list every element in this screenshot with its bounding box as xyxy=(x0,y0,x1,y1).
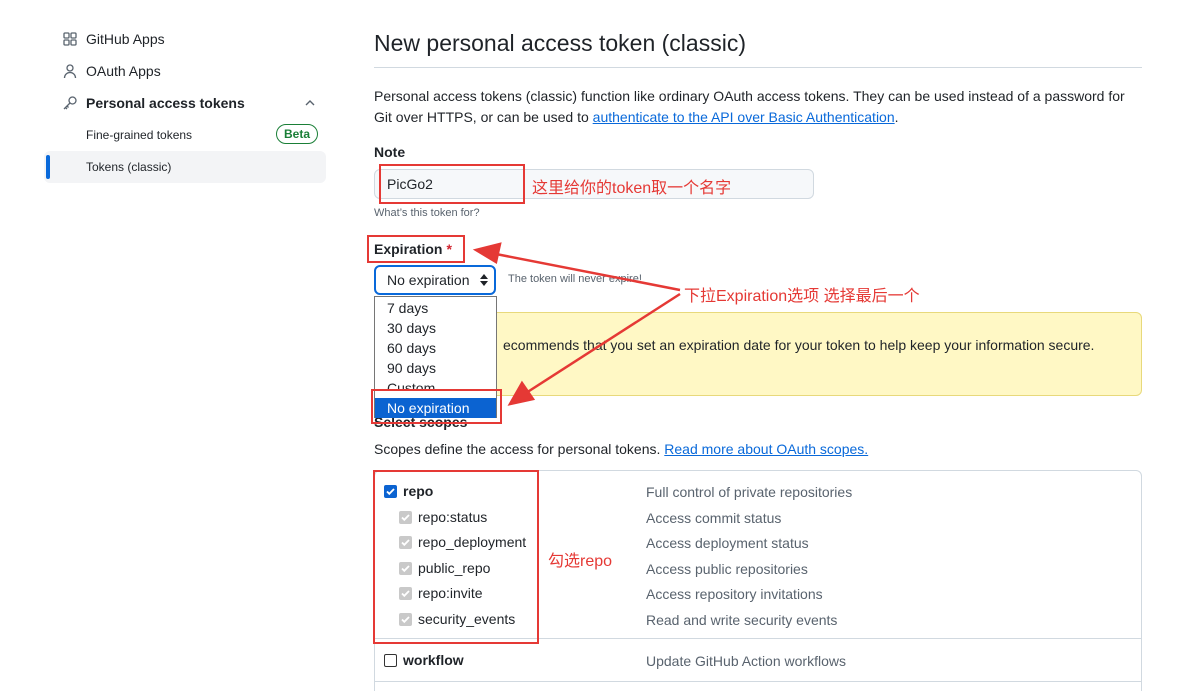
annotation-note-tip: 这里给你的token取一个名字 xyxy=(532,180,732,197)
option-7-days[interactable]: 7 days xyxy=(375,298,496,318)
expiration-selected-value: No expiration xyxy=(387,272,470,288)
scope-description: Access public repositories xyxy=(646,561,808,577)
scope-description: Full control of private repositories xyxy=(646,484,853,500)
active-indicator xyxy=(46,155,50,179)
scope-description: Access deployment status xyxy=(646,535,809,551)
divider xyxy=(374,67,1142,68)
sidebar-item-oauth-apps[interactable]: OAuth Apps xyxy=(44,56,326,86)
page-title: New personal access token (classic) xyxy=(374,30,746,56)
apps-grid-icon xyxy=(63,32,77,46)
scope-divider xyxy=(374,681,1142,682)
basic-auth-link[interactable]: authenticate to the API over Basic Authe… xyxy=(593,109,895,125)
person-icon xyxy=(63,64,77,79)
annotation-repo-tip: 勾选repo xyxy=(548,553,613,570)
sidebar-item-github-apps[interactable]: GitHub Apps xyxy=(44,24,326,54)
intro-text-end: . xyxy=(894,109,899,125)
expiration-select[interactable]: No expiration xyxy=(374,265,496,295)
option-30-days[interactable]: 30 days xyxy=(375,318,496,338)
scope-description: Access repository invitations xyxy=(646,586,823,602)
sidebar-item-fine-grained-tokens[interactable]: Fine-grained tokens Beta xyxy=(44,119,326,151)
note-label: Note xyxy=(374,144,406,160)
scopes-description-text: Scopes define the access for personal to… xyxy=(374,441,665,457)
scope-description: Update GitHub Action workflows xyxy=(646,653,846,669)
annotation-box-expiration xyxy=(367,235,465,263)
workflow-checkbox[interactable] xyxy=(384,654,397,667)
chevron-up-icon[interactable] xyxy=(304,97,316,109)
sidebar-item-label: Personal access tokens xyxy=(86,95,245,111)
beta-badge: Beta xyxy=(276,124,319,144)
annotation-box-note xyxy=(379,164,525,204)
annotation-box-no-expiration xyxy=(371,389,502,424)
sidebar-item-label: OAuth Apps xyxy=(86,63,161,79)
expiration-note: The token will never expire! xyxy=(508,273,642,285)
select-arrows-icon xyxy=(480,274,488,286)
intro-text: Personal access tokens (classic) functio… xyxy=(374,86,1142,128)
sidebar-item-label: Fine-grained tokens xyxy=(86,128,193,142)
oauth-scopes-link[interactable]: Read more about OAuth scopes. xyxy=(664,441,868,457)
sidebar-item-personal-access-tokens[interactable]: Personal access tokens xyxy=(44,88,326,118)
warning-text: ecommends that you set an expiration dat… xyxy=(503,337,1095,353)
key-icon xyxy=(63,96,77,110)
sidebar-item-label: Tokens (classic) xyxy=(86,160,172,174)
scope-description: Access commit status xyxy=(646,510,782,526)
option-90-days[interactable]: 90 days xyxy=(375,358,496,378)
scopes-description: Scopes define the access for personal to… xyxy=(374,441,868,457)
scope-description: Read and write security events xyxy=(646,612,838,628)
sidebar-item-tokens-classic[interactable]: Tokens (classic) xyxy=(44,151,326,183)
arrow-head xyxy=(472,242,502,264)
note-hint: What’s this token for? xyxy=(374,207,480,219)
option-60-days[interactable]: 60 days xyxy=(375,338,496,358)
scope-name: workflow xyxy=(403,652,464,668)
sidebar-item-label: GitHub Apps xyxy=(86,31,165,47)
annotation-box-repo xyxy=(373,470,539,644)
annotation-expiration-tip: 下拉Expiration选项 选择最后一个 xyxy=(684,288,920,305)
